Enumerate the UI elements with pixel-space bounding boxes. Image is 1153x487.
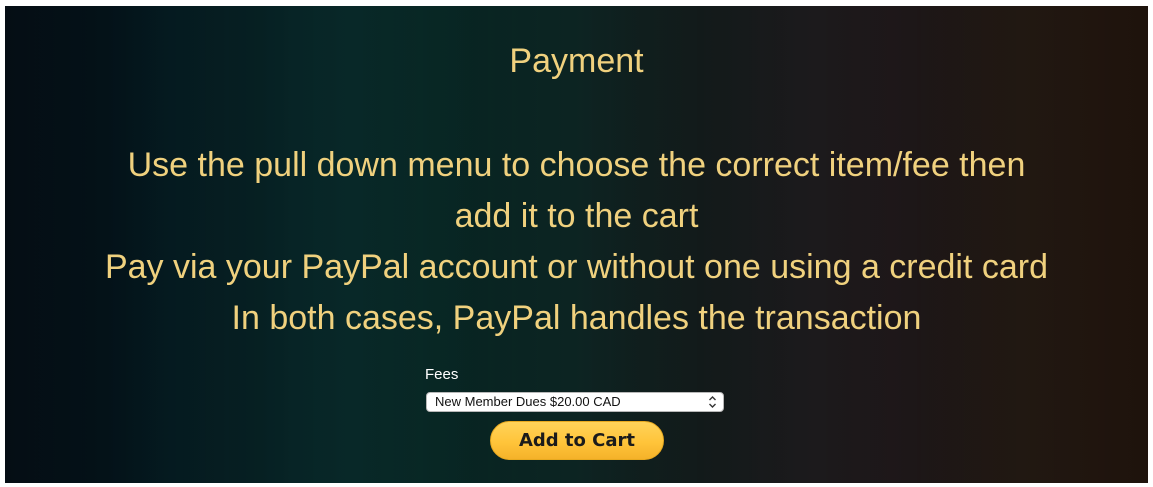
chevron-up-down-icon — [709, 396, 716, 408]
instruction-line-2: add it to the cart — [454, 197, 699, 235]
instruction-line-4: In both cases, PayPal handles the transa… — [231, 299, 922, 337]
instruction-line-3: Pay via your PayPal account or without o… — [104, 248, 1049, 286]
page-title: Payment — [509, 42, 644, 80]
instruction-line-1: Use the pull down menu to choose the cor… — [127, 146, 1026, 184]
fees-select[interactable]: New Member Dues $20.00 CAD — [426, 392, 724, 412]
fees-select-value: New Member Dues $20.00 CAD — [435, 394, 621, 409]
add-to-cart-button[interactable]: Add to Cart — [490, 421, 664, 460]
instructions-text: Use the pull down menu to choose the cor… — [5, 140, 1148, 344]
payment-panel: Payment Use the pull down menu to choose… — [5, 6, 1148, 483]
fees-label: Fees — [425, 366, 459, 383]
